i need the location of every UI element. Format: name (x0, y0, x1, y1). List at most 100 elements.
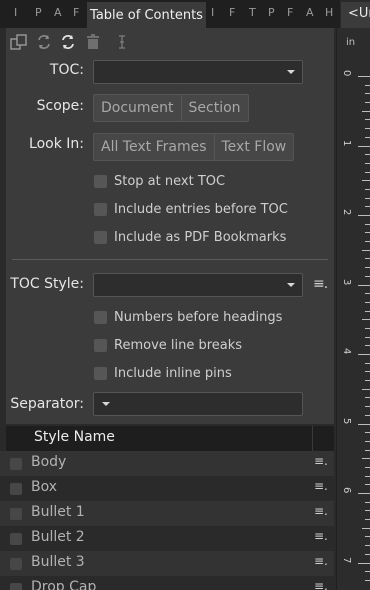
chevron-down-icon (102, 402, 110, 406)
checkbox-label: Include entries before TOC (114, 202, 288, 217)
toc-style-menu-icon[interactable]: ≡. (313, 276, 328, 292)
look-in-segmented-control: All Text Frames Text Flow (93, 133, 295, 161)
ruler-tick (365, 328, 370, 329)
scope-label: Scope: (36, 98, 84, 114)
style-name: Bullet 3 (31, 554, 85, 570)
ruler-tick (362, 458, 370, 459)
checkbox-box[interactable] (10, 483, 22, 495)
checkbox-box[interactable] (94, 367, 107, 380)
list-item[interactable]: Drop Cap ≡. (0, 576, 334, 590)
separator-label: Separator: (10, 396, 84, 412)
checkbox-label: Include inline pins (114, 366, 232, 381)
ruler-tick (365, 102, 370, 103)
scope-section-option[interactable]: Section (180, 95, 248, 121)
ruler-tick (362, 180, 370, 181)
column-header-style-name[interactable]: Style Name (34, 429, 115, 445)
tab-table-of-contents[interactable]: Table of Contents (87, 2, 206, 28)
checkbox-label: Numbers before headings (114, 310, 283, 325)
checkbox-box[interactable] (10, 533, 22, 545)
ruler-tick (365, 276, 370, 277)
checkbox-box[interactable] (94, 175, 107, 188)
style-menu-icon[interactable]: ≡. (314, 554, 328, 568)
style-menu-icon[interactable]: ≡. (314, 504, 328, 518)
collapsed-tab[interactable]: H (325, 6, 333, 19)
style-list-header: Style Name (6, 426, 334, 451)
collapsed-tab[interactable]: I (211, 6, 214, 19)
include-inline-pins-checkbox[interactable]: Include inline pins (94, 366, 232, 381)
checkbox-label: Remove line breaks (114, 338, 243, 353)
ruler-tick (365, 258, 370, 259)
ruler-tick (362, 319, 370, 320)
ruler-tick (365, 397, 370, 398)
collapsed-tab[interactable]: I (14, 6, 17, 19)
collapsed-tab[interactable]: P (268, 6, 275, 19)
ruler-tick (358, 424, 370, 425)
style-menu-icon[interactable]: ≡. (314, 579, 328, 590)
document-tab[interactable]: <Ur (341, 2, 370, 28)
collapsed-tab[interactable]: A (54, 6, 62, 19)
panel-toolbar (6, 28, 334, 56)
text-cursor-icon[interactable] (111, 32, 133, 52)
include-entries-before-toc-checkbox[interactable]: Include entries before TOC (94, 202, 288, 217)
list-item[interactable]: Box ≡. (0, 476, 334, 501)
ruler-tick (365, 519, 370, 520)
ruler-tick (365, 345, 370, 346)
ruler-tick (365, 224, 370, 225)
ruler-tick (358, 563, 370, 564)
ruler-number: 1 (341, 139, 352, 146)
checkbox-label: Stop at next TOC (114, 174, 226, 189)
update-icon[interactable] (57, 32, 79, 52)
toc-select[interactable] (93, 60, 303, 84)
look-in-all-text-frames-option[interactable]: All Text Frames (94, 134, 214, 160)
checkbox-box[interactable] (94, 203, 107, 216)
list-item[interactable]: Bullet 2 ≡. (0, 526, 334, 551)
checkbox-box[interactable] (10, 558, 22, 570)
ruler-tick (365, 293, 370, 294)
ruler-tick (365, 241, 370, 242)
ruler-tick (365, 415, 370, 416)
checkbox-label: Include as PDF Bookmarks (114, 230, 287, 245)
toc-style-select[interactable] (93, 273, 303, 297)
ruler-tick (358, 285, 370, 286)
ruler-tick (362, 389, 370, 390)
vertical-ruler[interactable]: in 0 1 2 3 4 5 6 7 (336, 28, 370, 590)
checkbox-box[interactable] (94, 311, 107, 324)
collapsed-tab[interactable]: P (35, 6, 42, 19)
stop-at-next-toc-checkbox[interactable]: Stop at next TOC (94, 174, 225, 189)
collapsed-tab[interactable]: T (249, 6, 256, 19)
style-menu-icon[interactable]: ≡. (314, 479, 328, 493)
list-item[interactable]: Body ≡. (0, 451, 334, 476)
list-item[interactable]: Bullet 1 ≡. (0, 501, 334, 526)
ruler-number: 2 (341, 209, 352, 216)
style-list: Style Name Body ≡. Box ≡. Bullet 1 ≡. Bu… (0, 426, 334, 590)
chevron-down-icon (287, 283, 295, 287)
scope-document-option[interactable]: Document (94, 95, 181, 121)
style-menu-icon[interactable]: ≡. (314, 529, 328, 543)
list-item[interactable]: Bullet 3 ≡. (0, 551, 334, 576)
include-as-pdf-bookmarks-checkbox[interactable]: Include as PDF Bookmarks (94, 230, 286, 245)
collapsed-tab[interactable]: A (306, 6, 314, 19)
ruler-tick (358, 354, 370, 355)
checkbox-box[interactable] (10, 583, 22, 590)
checkbox-box[interactable] (10, 458, 22, 470)
scope-segmented-control: Document Section (93, 94, 249, 122)
ruler-tick (358, 146, 370, 147)
collapsed-tab[interactable]: F (229, 6, 235, 19)
ruler-number: 6 (341, 487, 352, 494)
checkbox-box[interactable] (94, 339, 107, 352)
collapsed-tab[interactable]: F (73, 6, 79, 19)
refresh-icon[interactable] (33, 32, 55, 52)
style-name: Bullet 1 (31, 504, 85, 520)
style-menu-icon[interactable]: ≡. (314, 454, 328, 468)
trash-icon[interactable] (82, 32, 104, 52)
look-in-text-flow-option[interactable]: Text Flow (213, 134, 294, 160)
ruler-tick (365, 154, 370, 155)
ruler-tick (365, 406, 370, 407)
numbers-before-headings-checkbox[interactable]: Numbers before headings (94, 310, 282, 325)
remove-line-breaks-checkbox[interactable]: Remove line breaks (94, 338, 242, 353)
collapsed-tab[interactable]: F (287, 6, 293, 19)
checkbox-box[interactable] (94, 231, 107, 244)
copy-icon[interactable] (8, 32, 30, 52)
separator-select[interactable] (93, 392, 303, 416)
checkbox-box[interactable] (10, 508, 22, 520)
